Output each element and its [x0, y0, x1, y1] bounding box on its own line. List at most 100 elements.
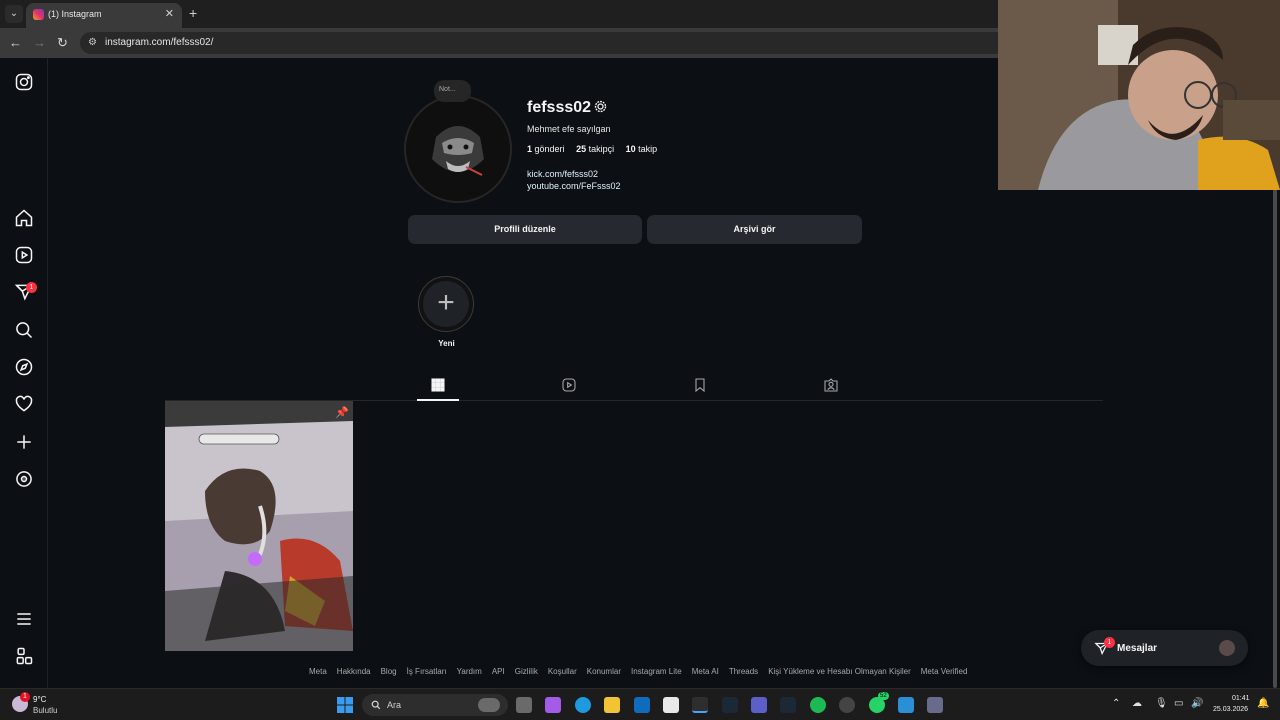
- view-archive-button[interactable]: Arşivi gör: [647, 215, 862, 244]
- windows-start-icon[interactable]: [337, 697, 353, 713]
- home-icon[interactable]: [14, 208, 34, 228]
- footer-link[interactable]: Meta Verified: [921, 667, 968, 676]
- microphone-icon[interactable]: 🎙: [1155, 698, 1168, 709]
- copilot-icon[interactable]: [545, 697, 561, 713]
- tab-close-icon[interactable]: ✕: [165, 7, 174, 20]
- forward-icon[interactable]: →: [33, 35, 46, 50]
- taskbar-search[interactable]: Ara: [362, 694, 508, 716]
- following-stat[interactable]: 10 takip: [626, 144, 658, 154]
- edit-profile-button[interactable]: Profili düzenle: [408, 215, 642, 244]
- weather-badge: 1: [20, 692, 30, 702]
- new-story-button[interactable]: +: [418, 276, 474, 332]
- post-thumbnail[interactable]: 📌: [165, 401, 353, 651]
- profile-avatar-icon[interactable]: [14, 469, 34, 489]
- gorilla-avatar-image: [406, 97, 510, 201]
- tab-title: (1) Instagram: [48, 9, 102, 19]
- webcam-overlay: [998, 0, 1280, 190]
- profile-full-name: Mehmet efe sayılgan: [527, 124, 611, 134]
- reels-icon[interactable]: [14, 245, 34, 265]
- following-count: 10: [625, 144, 636, 154]
- posts-grid-tab-icon[interactable]: [430, 377, 446, 393]
- footer-link[interactable]: Blog: [381, 667, 397, 676]
- edge-icon[interactable]: [575, 697, 591, 713]
- browser-tab[interactable]: (1) Instagram ✕: [26, 3, 182, 28]
- footer-link[interactable]: Hakkında: [337, 667, 371, 676]
- teams-icon[interactable]: [751, 697, 767, 713]
- spotify-icon[interactable]: [810, 697, 826, 713]
- photos-icon[interactable]: [898, 697, 914, 713]
- new-tab-button[interactable]: +: [189, 5, 197, 21]
- instagram-favicon-icon: [33, 9, 44, 20]
- note-placeholder: Not...: [439, 86, 456, 93]
- windows-taskbar: 1 9°C Bulutlu Ara 52 ⌃ ☁ 🎙 ▭ 🔊 01:41 25.…: [0, 688, 1280, 720]
- steam-icon[interactable]: [722, 697, 738, 713]
- footer-link[interactable]: Yardım: [457, 667, 482, 676]
- saved-bookmark-tab-icon[interactable]: [692, 377, 708, 393]
- footer-link[interactable]: Konumlar: [587, 667, 621, 676]
- settings-gear-icon[interactable]: [593, 99, 608, 114]
- notifications-heart-icon[interactable]: [14, 394, 34, 414]
- tab-search-button[interactable]: ⌄: [5, 5, 23, 23]
- footer-link[interactable]: Meta AI: [692, 667, 719, 676]
- youtube-link[interactable]: youtube.com/FeFsss02: [527, 181, 621, 191]
- profile-stats: 1 gönderi 25 takipçi 10 takip: [527, 144, 666, 154]
- also-from-meta-icon[interactable]: [14, 646, 34, 666]
- contact-avatar: [1219, 640, 1235, 656]
- messages-label: Mesajlar: [1117, 643, 1158, 654]
- plus-icon: +: [423, 281, 469, 327]
- footer-link[interactable]: API: [492, 667, 505, 676]
- clock-date[interactable]: 25.03.2026: [1213, 706, 1248, 713]
- note-bubble[interactable]: Not...: [434, 80, 471, 102]
- steam-app-icon[interactable]: [780, 697, 796, 713]
- weather-temperature: 9°C: [33, 695, 47, 704]
- active-tab-indicator: [417, 399, 459, 401]
- messages-count-badge: 1: [1104, 637, 1115, 648]
- reels-tab-icon[interactable]: [561, 377, 577, 393]
- search-icon[interactable]: [14, 320, 34, 340]
- site-info-icon[interactable]: ⚙: [88, 37, 97, 48]
- profile-avatar[interactable]: [404, 95, 512, 203]
- post-image: [165, 401, 353, 651]
- more-menu-icon[interactable]: [14, 609, 34, 629]
- store-icon[interactable]: [663, 697, 679, 713]
- kick-link[interactable]: kick.com/fefsss02: [527, 169, 598, 179]
- create-plus-icon[interactable]: [14, 432, 34, 452]
- volume-icon[interactable]: 🔊: [1191, 698, 1203, 709]
- messages-floating-button[interactable]: 1 Mesajlar: [1081, 630, 1248, 666]
- tagged-tab-icon[interactable]: [823, 377, 839, 393]
- app-icon[interactable]: [839, 697, 855, 713]
- instagram-logo-icon[interactable]: [14, 72, 34, 92]
- sidebar: [0, 58, 48, 688]
- scroll-thumb[interactable]: [1273, 188, 1277, 688]
- explore-icon[interactable]: [14, 357, 34, 377]
- messages-badge: 1: [26, 282, 37, 293]
- url-text: instagram.com/fefsss02/: [105, 37, 214, 48]
- whatsapp-badge: 52: [878, 692, 889, 700]
- followers-stat[interactable]: 25 takipçi: [576, 144, 614, 154]
- chrome-icon[interactable]: [692, 697, 708, 713]
- followers-label: takipçi: [588, 144, 615, 154]
- footer-links: Meta Hakkında Blog İş Fırsatları Yardım API Gi…: [309, 667, 977, 676]
- back-icon[interactable]: ←: [9, 35, 22, 50]
- footer-link[interactable]: Gizlilik: [515, 667, 538, 676]
- search-placeholder: Ara: [387, 700, 402, 710]
- footer-link[interactable]: İş Fırsatları: [407, 667, 447, 676]
- footer-link[interactable]: Instagram Lite: [631, 667, 682, 676]
- footer-link[interactable]: Meta: [309, 667, 327, 676]
- clock-time[interactable]: 01:41: [1232, 695, 1250, 702]
- posts-count: 1: [527, 144, 533, 154]
- tray-overflow-icon[interactable]: ⌃: [1112, 698, 1120, 709]
- reload-icon[interactable]: ↻: [57, 35, 68, 51]
- file-explorer-icon[interactable]: [604, 697, 620, 713]
- outlook-icon[interactable]: [634, 697, 650, 713]
- following-label: takip: [638, 144, 658, 154]
- footer-link[interactable]: Kişi Yükleme ve Hesabı Olmayan Kişiler: [768, 667, 911, 676]
- network-icon[interactable]: ▭: [1174, 698, 1183, 709]
- posts-label: gönderi: [534, 144, 565, 154]
- onedrive-icon[interactable]: ☁: [1132, 698, 1142, 709]
- task-view-icon[interactable]: [516, 697, 532, 713]
- footer-link[interactable]: Threads: [729, 667, 758, 676]
- notification-bell-icon[interactable]: 🔔: [1257, 698, 1269, 709]
- footer-link[interactable]: Koşullar: [548, 667, 577, 676]
- calculator-icon[interactable]: [927, 697, 943, 713]
